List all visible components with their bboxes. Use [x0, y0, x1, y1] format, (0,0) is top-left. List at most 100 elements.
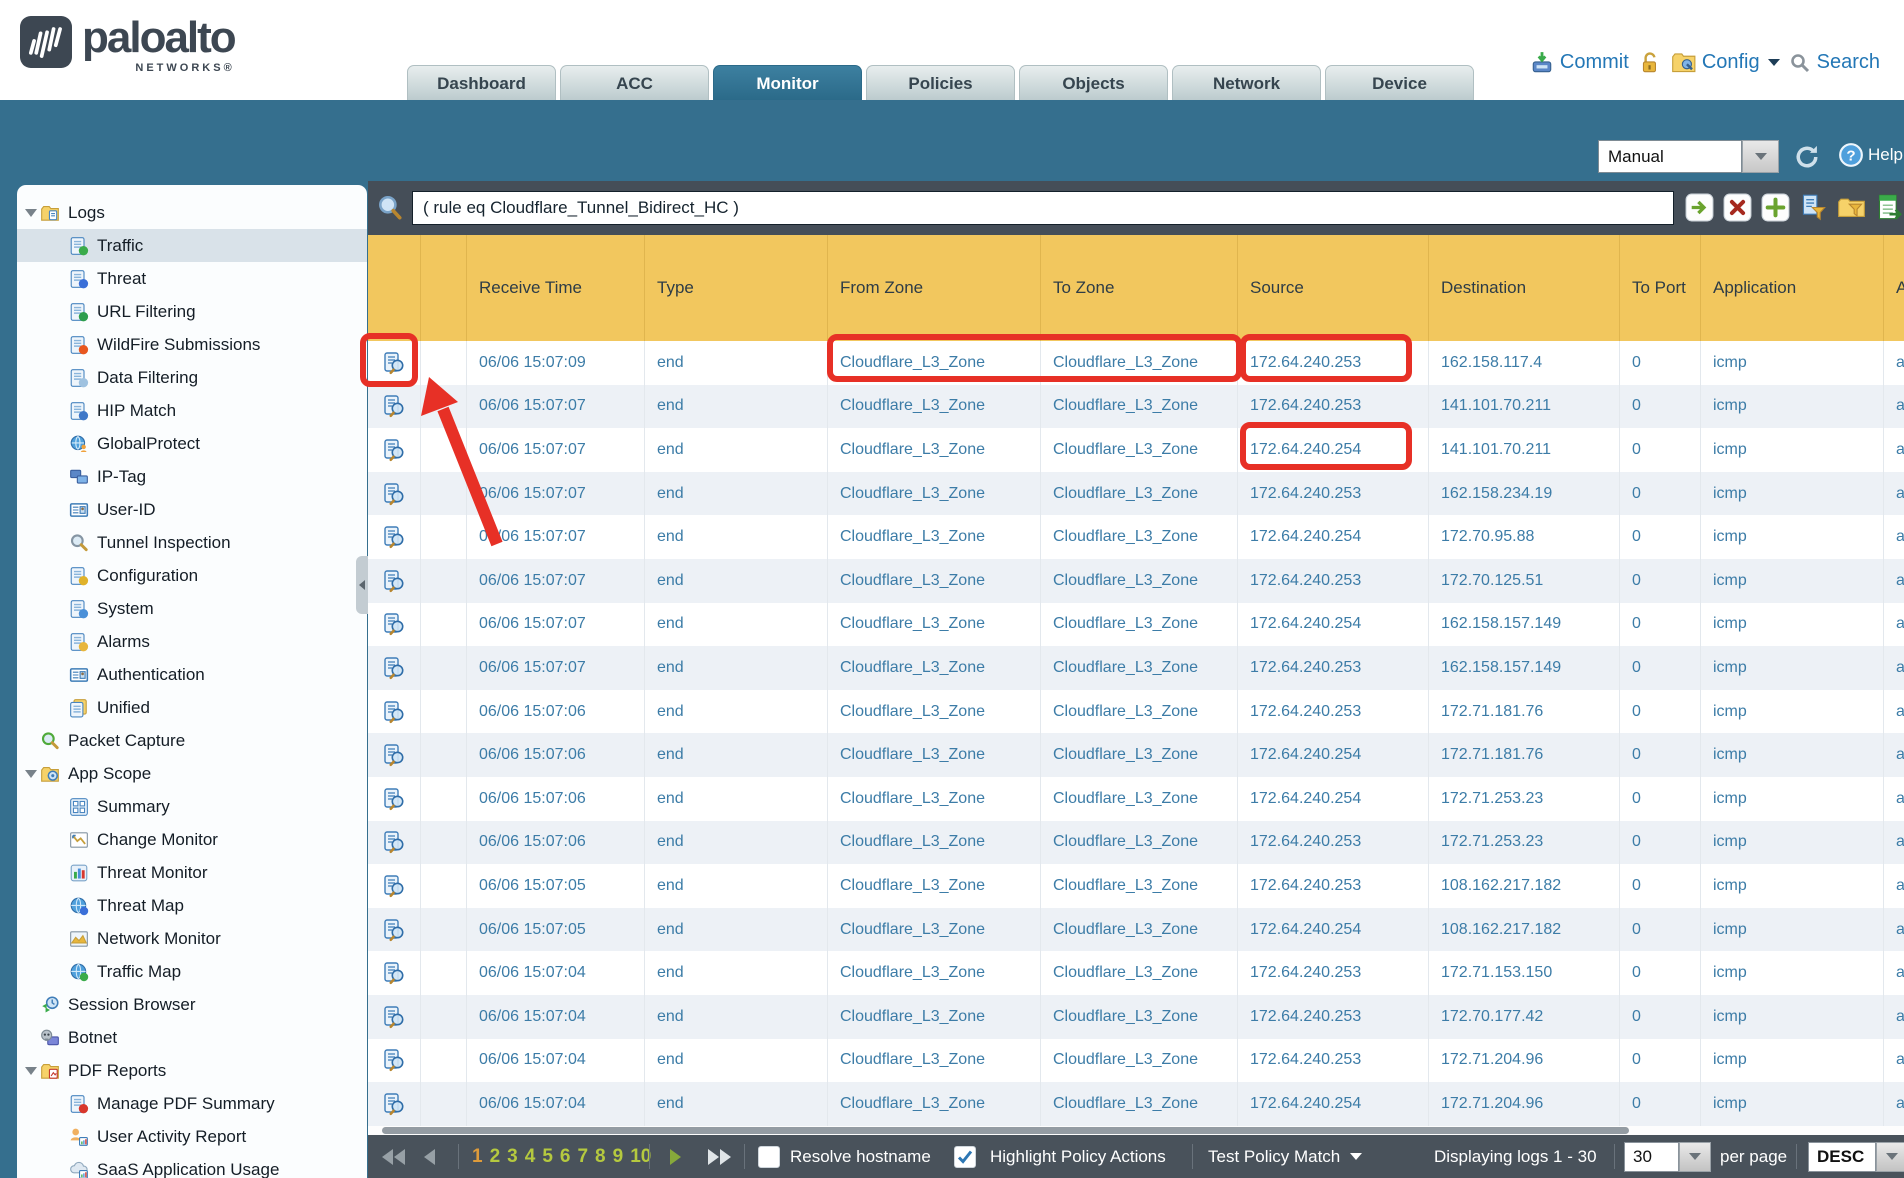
- cell-source[interactable]: 172.64.240.253: [1238, 951, 1429, 995]
- expand-triangle-icon[interactable]: [22, 770, 40, 778]
- cell-from-zone[interactable]: Cloudflare_L3_Zone: [828, 733, 1041, 777]
- cell-application[interactable]: icmp: [1701, 385, 1884, 429]
- tab-acc[interactable]: ACC: [560, 65, 709, 100]
- cell-source[interactable]: 172.64.240.253: [1238, 1039, 1429, 1083]
- cell-action[interactable]: a: [1884, 733, 1904, 777]
- sidebar-item-tunnel-inspection[interactable]: Tunnel Inspection: [17, 526, 367, 559]
- log-detail-icon[interactable]: [382, 743, 406, 767]
- cell-source[interactable]: 172.64.240.254: [1238, 733, 1429, 777]
- cell-destination[interactable]: 172.70.177.42: [1429, 995, 1620, 1039]
- cell-destination[interactable]: 172.71.253.23: [1429, 821, 1620, 865]
- cell-source[interactable]: 172.64.240.254: [1238, 777, 1429, 821]
- cell-receive-time[interactable]: 06/06 15:07:04: [467, 995, 645, 1039]
- sidebar-item-configuration[interactable]: Configuration: [17, 559, 367, 592]
- cell-source[interactable]: 172.64.240.254: [1238, 515, 1429, 559]
- cell-source[interactable]: 172.64.240.253: [1238, 995, 1429, 1039]
- cell-detail[interactable]: [368, 1039, 421, 1083]
- cell-application[interactable]: icmp: [1701, 864, 1884, 908]
- cell-type[interactable]: end: [645, 821, 828, 865]
- cell-application[interactable]: icmp: [1701, 559, 1884, 603]
- cell-to-zone[interactable]: Cloudflare_L3_Zone: [1041, 777, 1238, 821]
- cell-from-zone[interactable]: Cloudflare_L3_Zone: [828, 1082, 1041, 1126]
- sidebar-item-network-monitor[interactable]: Network Monitor: [17, 922, 367, 955]
- cell-source[interactable]: 172.64.240.254: [1238, 908, 1429, 952]
- tab-objects[interactable]: Objects: [1019, 65, 1168, 100]
- filter-builder-icon[interactable]: [1799, 193, 1828, 222]
- expand-triangle-icon[interactable]: [22, 209, 40, 217]
- sort-order-select-caret[interactable]: [1876, 1142, 1904, 1172]
- cell-type[interactable]: end: [645, 428, 828, 472]
- per-page-select-caret[interactable]: [1679, 1142, 1711, 1172]
- sidebar-item-saas-application-usage[interactable]: SaaS Application Usage: [17, 1153, 367, 1178]
- cell-to-port[interactable]: 0: [1620, 646, 1701, 690]
- sidebar-item-pdf-reports[interactable]: PDF Reports: [17, 1054, 367, 1087]
- log-detail-icon[interactable]: [382, 612, 406, 636]
- cell-detail[interactable]: [368, 1082, 421, 1126]
- highlight-policy-actions-checkbox[interactable]: [954, 1146, 976, 1168]
- sidebar-item-user-activity-report[interactable]: User Activity Report: [17, 1120, 367, 1153]
- refresh-icon[interactable]: [1793, 143, 1821, 171]
- sidebar-item-logs[interactable]: Logs: [17, 196, 367, 229]
- export-icon[interactable]: [1875, 193, 1904, 222]
- cell-receive-time[interactable]: 06/06 15:07:07: [467, 515, 645, 559]
- log-detail-icon[interactable]: [382, 656, 406, 680]
- cell-application[interactable]: icmp: [1701, 603, 1884, 647]
- cell-type[interactable]: end: [645, 733, 828, 777]
- log-detail-icon[interactable]: [382, 787, 406, 811]
- cell-to-zone[interactable]: Cloudflare_L3_Zone: [1041, 646, 1238, 690]
- sidebar-item-user-id[interactable]: User-ID: [17, 493, 367, 526]
- cell-type[interactable]: end: [645, 690, 828, 734]
- per-page-select[interactable]: 30: [1624, 1142, 1679, 1172]
- cell-action[interactable]: a: [1884, 646, 1904, 690]
- cell-to-port[interactable]: 0: [1620, 385, 1701, 429]
- cell-detail[interactable]: [368, 951, 421, 995]
- cell-to-port[interactable]: 0: [1620, 995, 1701, 1039]
- cell-action[interactable]: a: [1884, 690, 1904, 734]
- cell-action[interactable]: a: [1884, 385, 1904, 429]
- sort-order-select[interactable]: DESC: [1808, 1142, 1876, 1172]
- sidebar-item-summary[interactable]: Summary: [17, 790, 367, 823]
- cell-receive-time[interactable]: 06/06 15:07:09: [467, 341, 645, 385]
- cell-source[interactable]: 172.64.240.253: [1238, 472, 1429, 516]
- log-detail-icon[interactable]: [382, 961, 406, 985]
- log-detail-icon[interactable]: [382, 830, 406, 854]
- cell-action[interactable]: a: [1884, 341, 1904, 385]
- cell-to-zone[interactable]: Cloudflare_L3_Zone: [1041, 864, 1238, 908]
- load-filter-icon[interactable]: [1837, 193, 1866, 222]
- cell-to-zone[interactable]: Cloudflare_L3_Zone: [1041, 951, 1238, 995]
- log-detail-icon[interactable]: [382, 700, 406, 724]
- cell-receive-time[interactable]: 06/06 15:07:04: [467, 951, 645, 995]
- refresh-mode-caret[interactable]: [1742, 140, 1779, 173]
- cell-receive-time[interactable]: 06/06 15:07:07: [467, 559, 645, 603]
- cell-action[interactable]: a: [1884, 908, 1904, 952]
- cell-from-zone[interactable]: Cloudflare_L3_Zone: [828, 690, 1041, 734]
- cell-type[interactable]: end: [645, 951, 828, 995]
- cell-to-zone[interactable]: Cloudflare_L3_Zone: [1041, 733, 1238, 777]
- cell-to-port[interactable]: 0: [1620, 777, 1701, 821]
- cell-to-port[interactable]: 0: [1620, 341, 1701, 385]
- cell-destination[interactable]: 108.162.217.182: [1429, 908, 1620, 952]
- cell-detail[interactable]: [368, 385, 421, 429]
- cell-type[interactable]: end: [645, 1039, 828, 1083]
- cell-to-zone[interactable]: Cloudflare_L3_Zone: [1041, 472, 1238, 516]
- column-header-destination[interactable]: Destination: [1429, 235, 1620, 341]
- sidebar-item-threat-map[interactable]: Threat Map: [17, 889, 367, 922]
- cell-destination[interactable]: 172.71.253.23: [1429, 777, 1620, 821]
- cell-receive-time[interactable]: 06/06 15:07:07: [467, 428, 645, 472]
- column-header-receive-time[interactable]: Receive Time: [467, 235, 645, 341]
- cell-destination[interactable]: 172.71.153.150: [1429, 951, 1620, 995]
- cell-application[interactable]: icmp: [1701, 995, 1884, 1039]
- cell-source[interactable]: 172.64.240.254: [1238, 1082, 1429, 1126]
- cell-action[interactable]: a: [1884, 864, 1904, 908]
- cell-application[interactable]: icmp: [1701, 690, 1884, 734]
- cell-to-port[interactable]: 0: [1620, 1039, 1701, 1083]
- cell-action[interactable]: a: [1884, 995, 1904, 1039]
- horizontal-scrollbar-thumb[interactable]: [382, 1127, 1629, 1134]
- cell-type[interactable]: end: [645, 341, 828, 385]
- sidebar-item-packet-capture[interactable]: Packet Capture: [17, 724, 367, 757]
- cell-detail[interactable]: [368, 559, 421, 603]
- tab-network[interactable]: Network: [1172, 65, 1321, 100]
- cell-to-zone[interactable]: Cloudflare_L3_Zone: [1041, 995, 1238, 1039]
- cell-destination[interactable]: 172.71.204.96: [1429, 1082, 1620, 1126]
- sidebar-item-traffic[interactable]: Traffic: [17, 229, 367, 262]
